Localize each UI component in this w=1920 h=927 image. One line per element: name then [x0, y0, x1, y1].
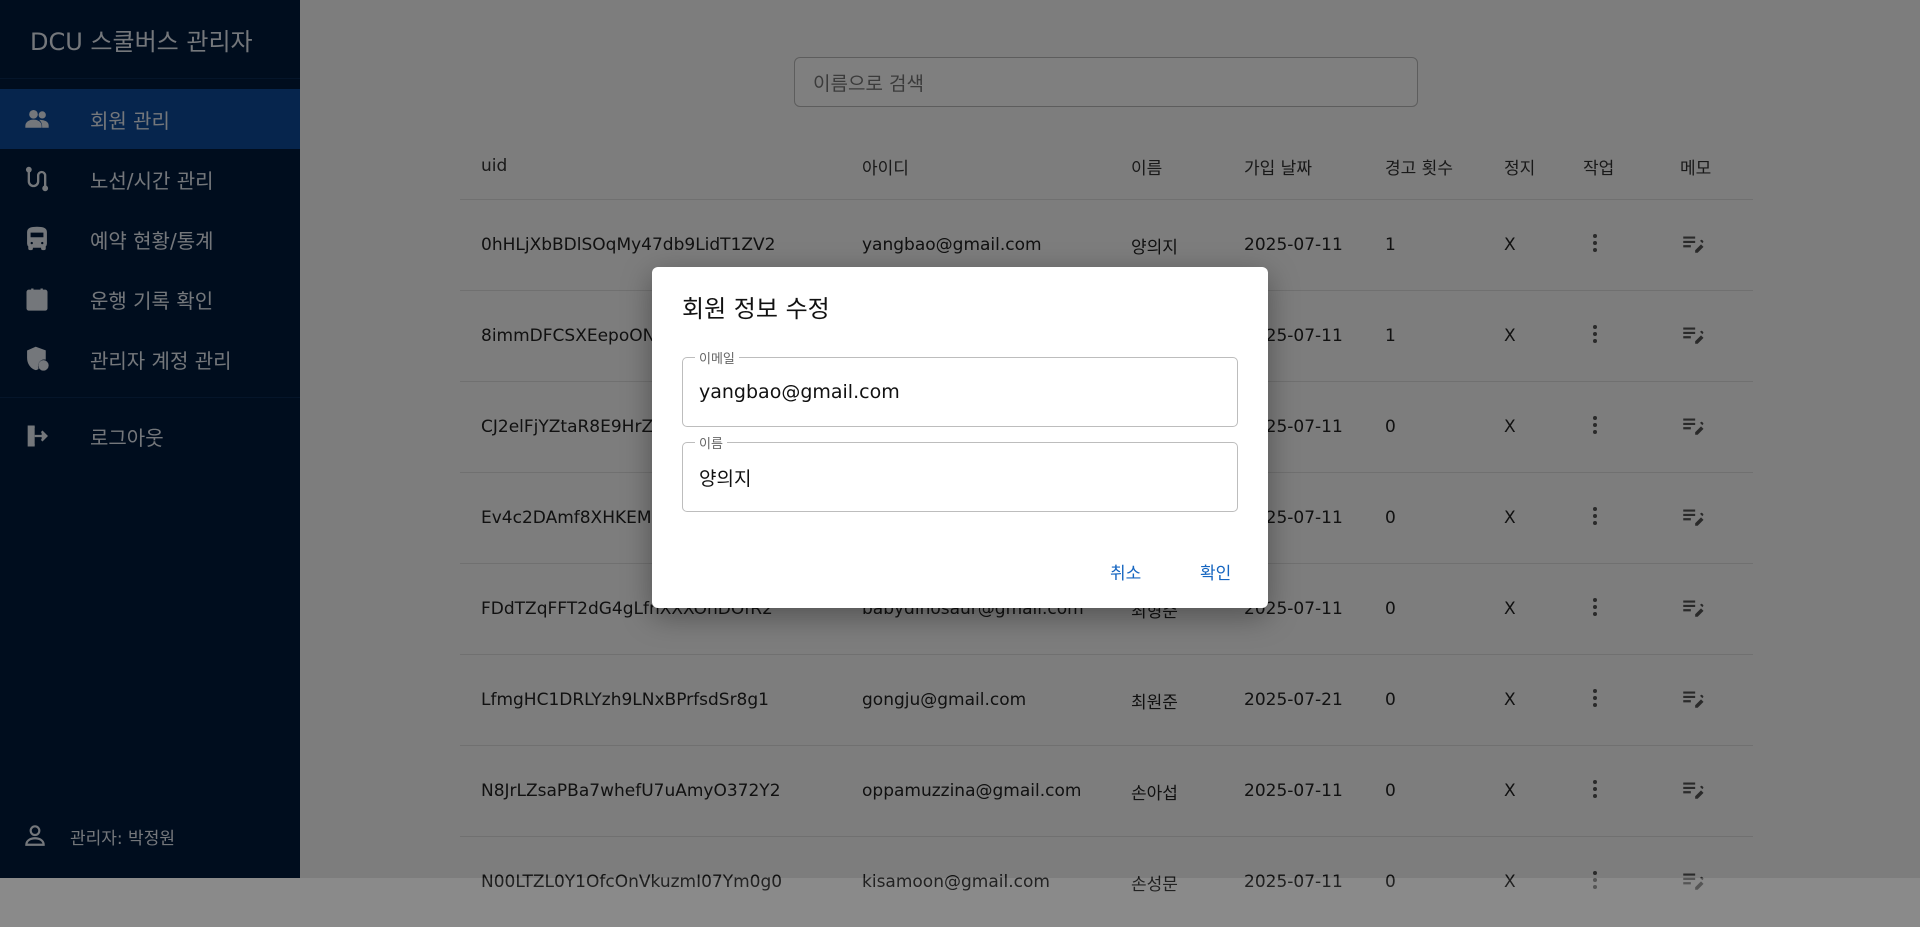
name-field[interactable]: 이름 양의지 [682, 442, 1238, 512]
email-value: yangbao@gmail.com [699, 381, 900, 403]
email-field[interactable]: 이메일 yangbao@gmail.com [682, 357, 1238, 427]
name-label: 이름 [695, 433, 727, 452]
confirm-button[interactable]: 확인 [1200, 559, 1231, 584]
email-label: 이메일 [695, 348, 739, 367]
edit-note-icon[interactable] [1680, 878, 1706, 898]
cancel-button[interactable]: 취소 [1110, 559, 1141, 584]
edit-member-dialog: 회원 정보 수정 이메일 yangbao@gmail.com 이름 양의지 취소… [652, 267, 1268, 608]
name-value: 양의지 [699, 464, 751, 491]
dialog-title: 회원 정보 수정 [682, 289, 830, 324]
